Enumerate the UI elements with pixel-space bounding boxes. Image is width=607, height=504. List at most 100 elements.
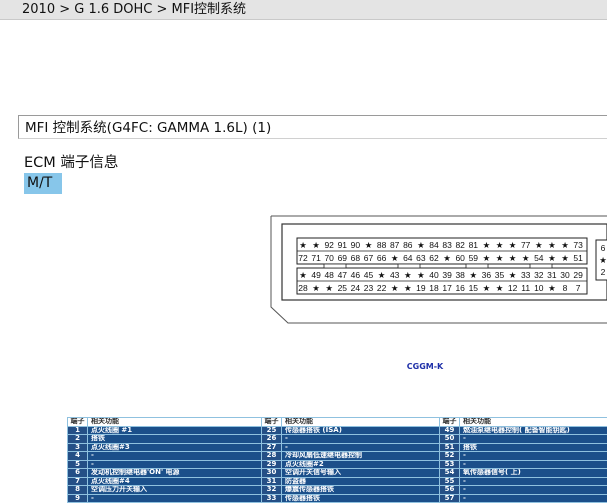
- terminal-function: 冷却风扇低速继电器控制: [281, 451, 440, 461]
- connector-pin: 63: [416, 253, 426, 263]
- connector-pin: ★: [548, 253, 556, 263]
- connector-pin: 51: [573, 253, 583, 263]
- connector-side-pin: 2: [601, 267, 606, 277]
- connector-pin: 64: [403, 253, 413, 263]
- connector-pin: 54: [534, 253, 544, 263]
- connector-pin: 7: [576, 283, 581, 293]
- terminal-number: 9: [67, 493, 88, 503]
- connector-pin: 71: [311, 253, 321, 263]
- connector-pin: ★: [496, 283, 504, 293]
- connector-pin: 10: [534, 283, 544, 293]
- terminal-number: 53: [439, 459, 460, 469]
- table-row: 3 点火线圈#3 27-51 搭铁: [67, 442, 607, 452]
- connector-pin: 62: [429, 253, 439, 263]
- terminal-number: 27: [261, 442, 282, 452]
- terminal-function: 传感器搭铁: [281, 493, 440, 503]
- connector-pin: 32: [534, 270, 544, 280]
- connector-pin: 86: [403, 240, 413, 250]
- table-row: 4-28 冷却风扇低速继电器控制 52-: [67, 451, 607, 461]
- connector-pin: ★: [469, 270, 477, 280]
- table-header-row: 端子 相关功能 端子 相关功能 端子 相关功能: [67, 417, 607, 427]
- connector-pin: ★: [443, 253, 451, 263]
- connector-pin: ★: [548, 240, 556, 250]
- terminal-number: 49: [439, 425, 460, 435]
- connector-pin: ★: [365, 240, 373, 250]
- terminal-function: 空调开关信号输入: [281, 468, 440, 478]
- terminal-number: 56: [439, 485, 460, 495]
- connector-pin: ★: [299, 270, 307, 280]
- table-row: 2 搭铁 26-50-: [67, 434, 607, 444]
- connector-pin: ★: [496, 240, 504, 250]
- terminal-function: 点火线圈#3: [87, 442, 262, 452]
- connector-pin: ★: [509, 253, 517, 263]
- connector-pin: ★: [299, 240, 307, 250]
- connector-pin: 68: [351, 253, 361, 263]
- connector-pin: 24: [351, 283, 361, 293]
- connector-pin: 69: [338, 253, 348, 263]
- connector-pin: ★: [548, 283, 556, 293]
- terminal-number: 25: [261, 425, 282, 435]
- header-terminal: 端子: [261, 417, 282, 427]
- terminal-function: -: [459, 485, 607, 495]
- connector-pin: 35: [495, 270, 505, 280]
- connector-pin: 25: [338, 283, 348, 293]
- connector-pin: ★: [483, 240, 491, 250]
- terminal-function: -: [459, 451, 607, 461]
- connector-pin: ★: [509, 270, 517, 280]
- table-row: 7 点火线圈#4 31 防盗器 55-: [67, 476, 607, 486]
- connector-pin: ★: [509, 240, 517, 250]
- connector-pin: ★: [522, 253, 530, 263]
- terminal-number: 54: [439, 468, 460, 478]
- connector-pin: 16: [455, 283, 465, 293]
- connector-pin: 66: [377, 253, 387, 263]
- connector-pin: 8: [563, 283, 568, 293]
- connector-pin: 12: [508, 283, 518, 293]
- table-row: 9-33 传感器搭铁 57-: [67, 493, 607, 503]
- section-title: MFI 控制系统(G4FC: GAMMA 1.6L) (1): [18, 115, 607, 139]
- connector-pin: 70: [324, 253, 334, 263]
- terminal-number: 55: [439, 476, 460, 486]
- connector-pin: ★: [417, 240, 425, 250]
- connector-pin: ★: [483, 253, 491, 263]
- connector-pin: 77: [521, 240, 531, 250]
- connector-pin: ★: [404, 270, 412, 280]
- connector-pin: 83: [442, 240, 452, 250]
- table-row: 1 点火线圈 #1 25 传感器搭铁 (ISA) 49 燃油泵继电器控制( 配备智能钥匙): [67, 425, 607, 435]
- connector-pin: 28: [298, 283, 308, 293]
- terminal-function: 防盗器: [281, 476, 440, 486]
- terminal-number: 1: [67, 425, 88, 435]
- header-terminal: 端子: [439, 417, 460, 427]
- connector-pin: 31: [547, 270, 557, 280]
- terminal-function: 搭铁: [87, 434, 262, 444]
- terminal-number: 30: [261, 468, 282, 478]
- connector-pin: 39: [442, 270, 452, 280]
- terminal-function: -: [459, 434, 607, 444]
- table-row: 6 发动机控制继电器'ON' 电源 30 空调开关信号输入 54 氧传感器信号( 上): [67, 468, 607, 478]
- terminal-number: 4: [67, 451, 88, 461]
- header-function: 相关功能: [459, 417, 607, 427]
- connector-pin: 15: [469, 283, 479, 293]
- terminal-number: 50: [439, 434, 460, 444]
- connector-pin: 73: [573, 240, 583, 250]
- connector-pin: 47: [338, 270, 348, 280]
- terminal-function: 传感器搭铁 (ISA): [281, 425, 440, 435]
- breadcrumb: 2010 > G 1.6 DOHC > MFI控制系统: [0, 0, 607, 20]
- terminal-function: 空调压力开关输入: [87, 485, 262, 495]
- terminal-number: 6: [67, 468, 88, 478]
- connector-pin: 30: [560, 270, 570, 280]
- connector-pin: 81: [469, 240, 479, 250]
- connector-pin: 23: [364, 283, 374, 293]
- connector-pin: 67: [364, 253, 374, 263]
- terminal-number: 33: [261, 493, 282, 503]
- terminal-function: 点火线圈 #1: [87, 425, 262, 435]
- terminal-number: 5: [67, 459, 88, 469]
- connector-pin: 19: [416, 283, 426, 293]
- connector-pin: 29: [573, 270, 583, 280]
- terminal-number: 28: [261, 451, 282, 461]
- terminal-function: 发动机控制继电器'ON' 电源: [87, 468, 262, 478]
- connector-pin: ★: [378, 270, 386, 280]
- connector-pin: ★: [561, 253, 569, 263]
- terminal-table: 端子 相关功能 端子 相关功能 端子 相关功能 1 点火线圈 #1 25 传感器搭铁 …: [67, 417, 607, 503]
- diagram-caption: CGGM-K: [406, 362, 444, 371]
- connector-pin: 46: [351, 270, 361, 280]
